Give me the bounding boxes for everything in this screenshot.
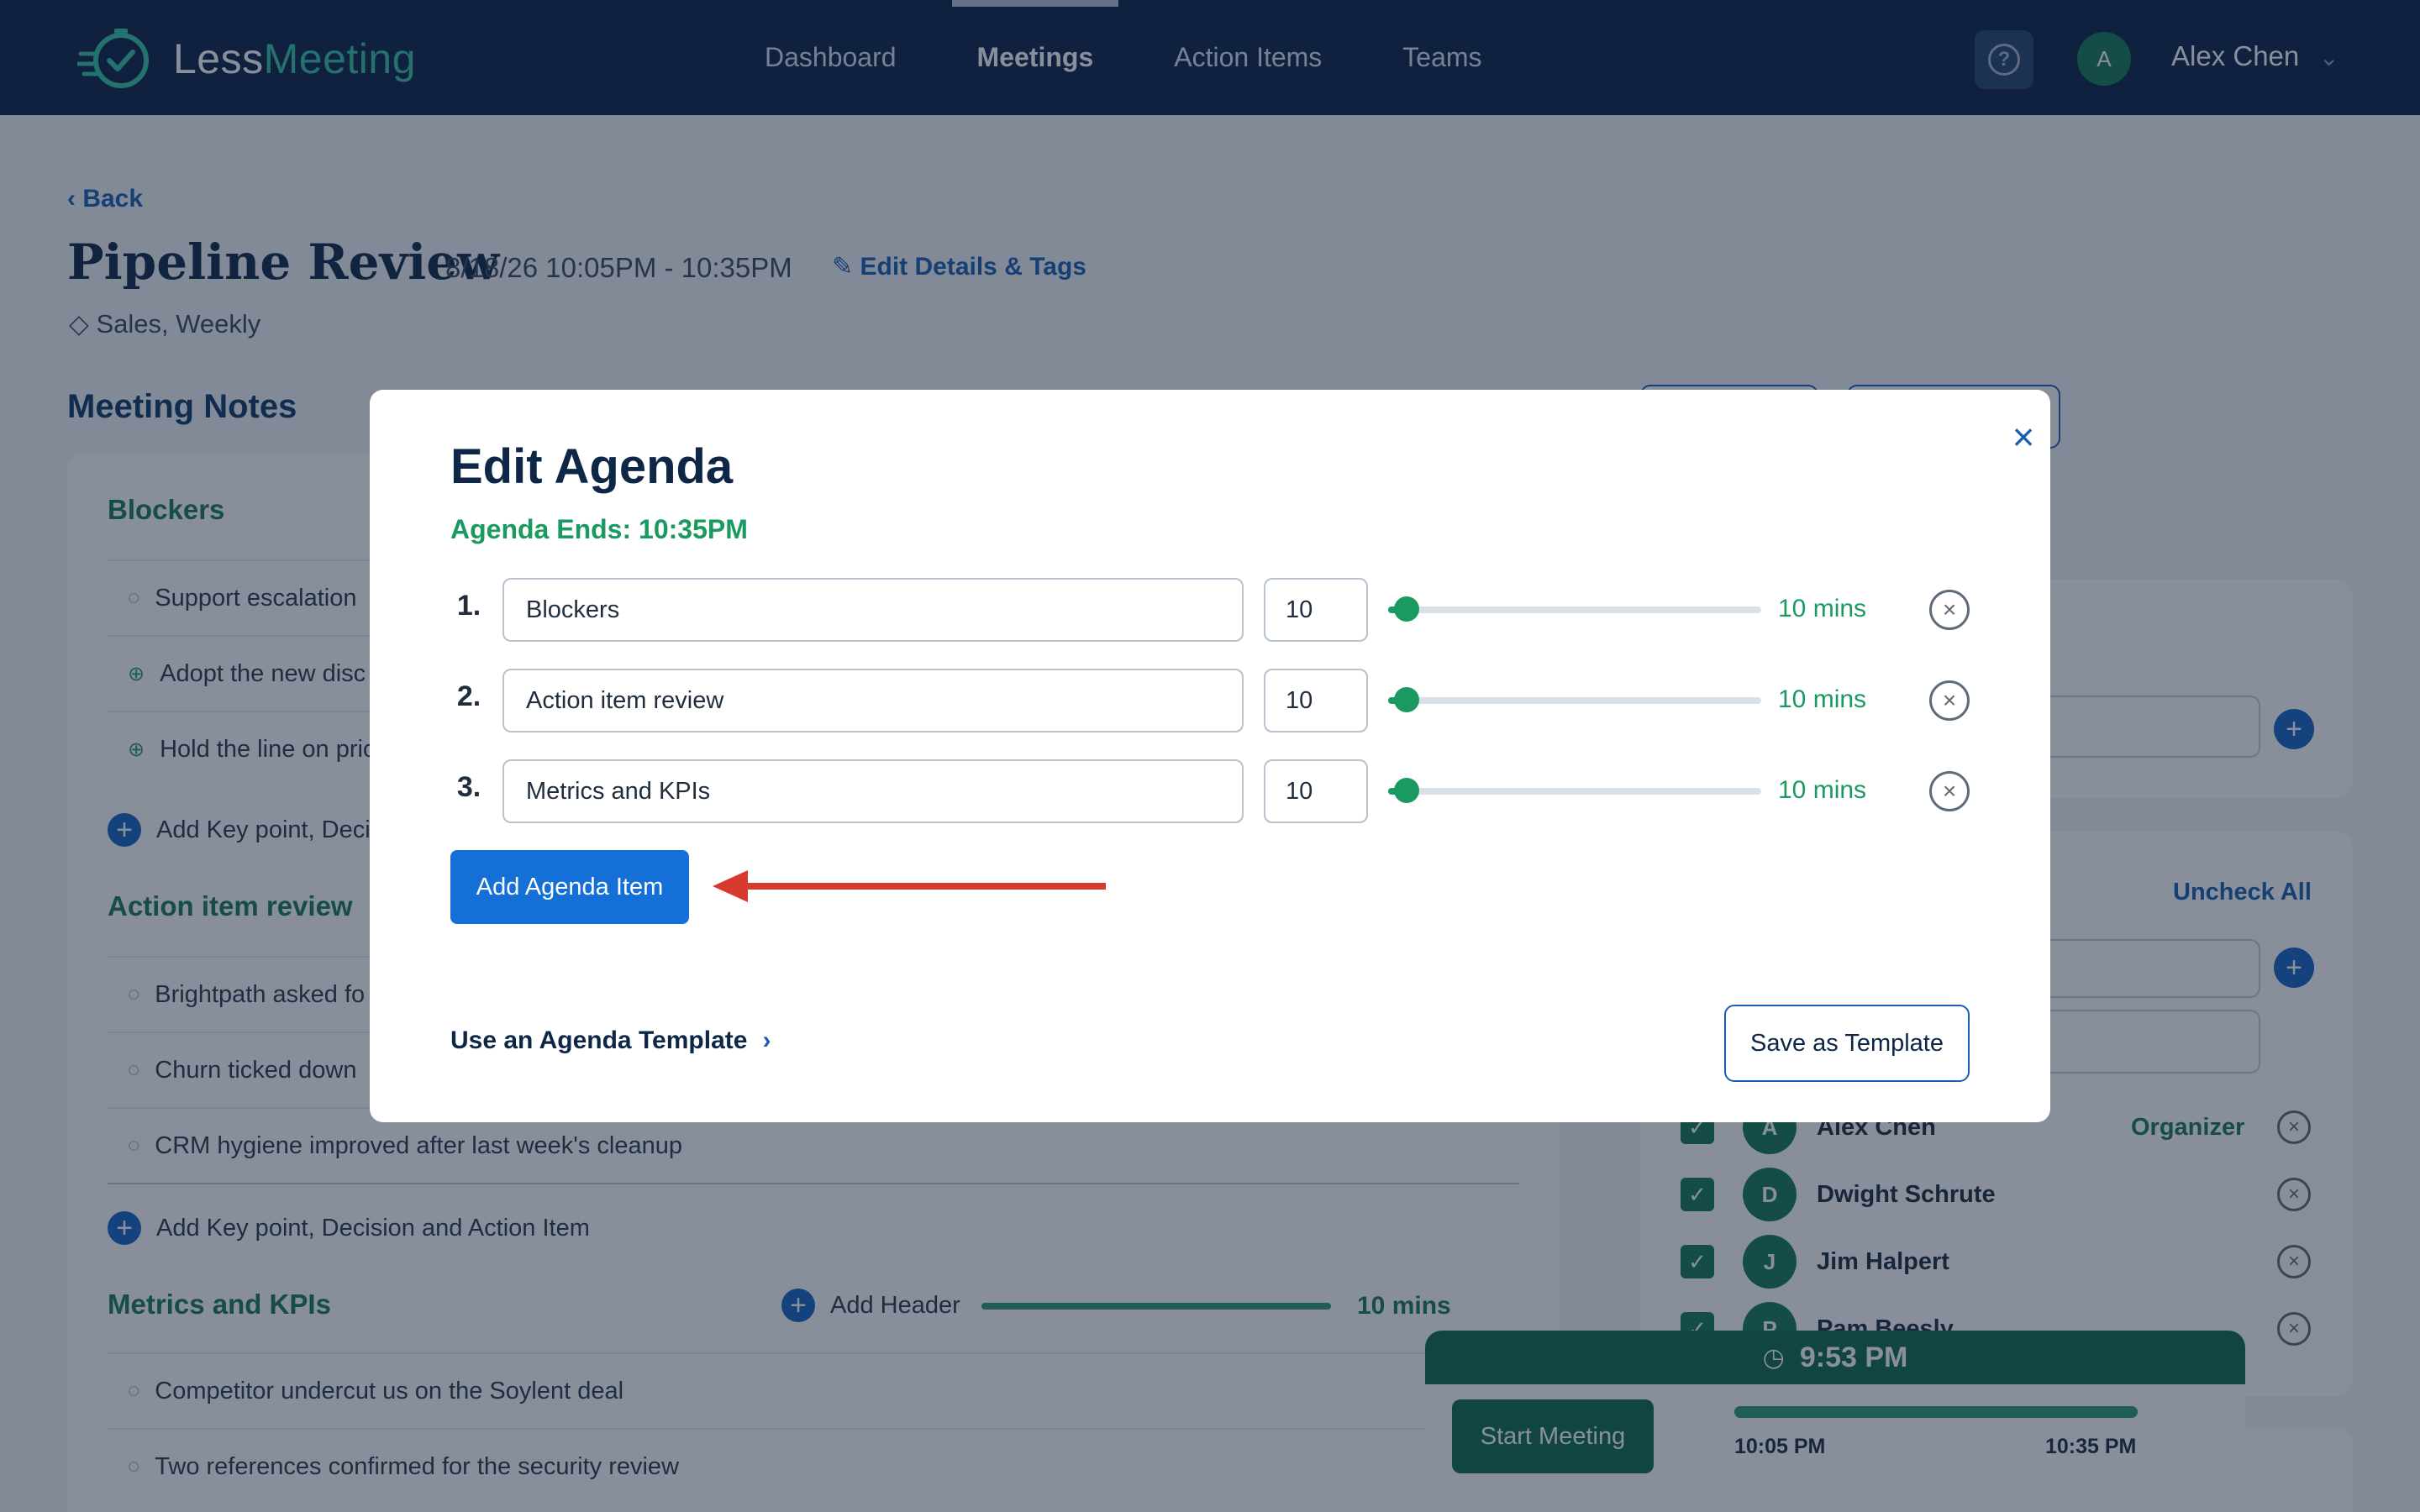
agenda-item-name-input[interactable] [502, 759, 1244, 823]
agenda-item-row: 1. 10 mins × [450, 578, 1971, 642]
remove-agenda-item-icon[interactable]: × [1929, 680, 1970, 721]
add-agenda-item-button[interactable]: Add Agenda Item [450, 850, 689, 924]
agenda-item-name-input[interactable] [502, 669, 1244, 732]
agenda-duration-slider[interactable] [1388, 778, 1761, 803]
close-icon[interactable]: × [1996, 410, 2050, 464]
agenda-item-mins: 10 mins [1778, 685, 1867, 713]
slider-track [1388, 697, 1761, 704]
agenda-duration-slider[interactable] [1388, 687, 1761, 712]
agenda-item-name-input[interactable] [502, 578, 1244, 642]
agenda-item-number: 1. [456, 590, 481, 622]
slider-thumb[interactable] [1394, 596, 1420, 622]
agenda-item-row: 3. 10 mins × [450, 759, 1971, 823]
remove-agenda-item-icon[interactable]: × [1929, 590, 1970, 630]
agenda-item-mins: 10 mins [1778, 595, 1867, 622]
agenda-item-duration-input[interactable] [1264, 578, 1368, 642]
slider-thumb[interactable] [1394, 778, 1420, 803]
remove-agenda-item-icon[interactable]: × [1929, 771, 1970, 811]
agenda-item-duration-input[interactable] [1264, 669, 1368, 732]
slider-track [1388, 606, 1761, 613]
agenda-duration-slider[interactable] [1388, 596, 1761, 622]
edit-agenda-modal: × Edit Agenda Agenda Ends: 10:35PM 1. 10… [370, 390, 2050, 1122]
agenda-item-mins: 10 mins [1778, 776, 1867, 804]
slider-thumb[interactable] [1394, 687, 1420, 712]
agenda-item-duration-input[interactable] [1264, 759, 1368, 823]
use-agenda-template-link[interactable]: Use an Agenda Template › [450, 1026, 771, 1055]
annotation-arrow [713, 870, 1106, 902]
chevron-right-icon: › [762, 1026, 771, 1054]
agenda-item-number: 3. [456, 771, 481, 803]
save-as-template-button[interactable]: Save as Template [1724, 1005, 1970, 1082]
slider-track [1388, 788, 1761, 795]
agenda-item-row: 2. 10 mins × [450, 669, 1971, 732]
modal-title: Edit Agenda [450, 439, 734, 494]
agenda-item-number: 2. [456, 680, 481, 712]
agenda-ends-label: Agenda Ends: 10:35PM [450, 514, 748, 544]
